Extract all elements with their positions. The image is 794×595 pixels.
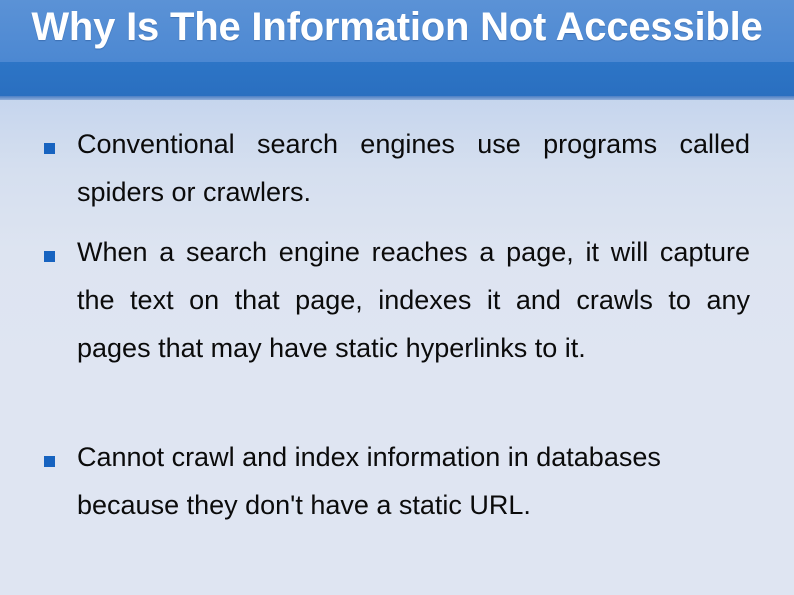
bullet-item-text: Conventional search engines use programs… — [77, 129, 750, 207]
slide-title: Why Is The Information Not Accessible — [31, 5, 763, 49]
bullet-item-text: When a search engine reaches a page, it … — [77, 237, 750, 363]
bullet-list-item: Cannot crawl and index information in da… — [44, 433, 750, 529]
bullet-list-item: When a search engine reaches a page, it … — [44, 228, 750, 372]
bullet-list-item: Conventional search engines use programs… — [44, 120, 750, 216]
slide-title-banner: Why Is The Information Not Accessible — [0, 0, 794, 100]
presentation-slide: Why Is The Information Not Accessible Co… — [0, 0, 794, 595]
banner-lower-stripe — [0, 62, 794, 96]
square-bullet-icon — [44, 251, 55, 262]
slide-body: Conventional search engines use programs… — [0, 100, 794, 595]
square-bullet-icon — [44, 456, 55, 467]
bullet-item-text: Cannot crawl and index information in da… — [77, 442, 661, 520]
square-bullet-icon — [44, 143, 55, 154]
